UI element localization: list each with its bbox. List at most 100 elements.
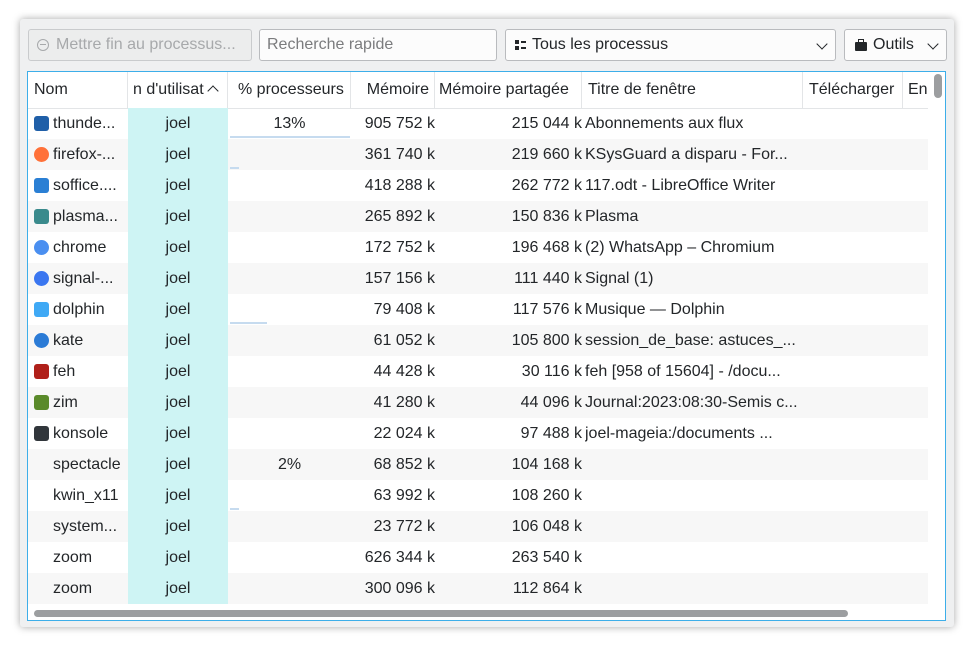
table-row[interactable]: signal-... joel 157 156 k 111 440 k Signal (… — [28, 263, 928, 294]
feh-icon — [34, 364, 49, 379]
column-header-memory-label: Mémoire — [366, 81, 429, 98]
column-header-memory[interactable]: Mémoire — [351, 72, 435, 108]
column-header-window-title-label: Titre de fenêtre — [588, 81, 696, 98]
table-row[interactable]: feh joel 44 428 k 30 116 k feh [958 of 15604… — [28, 356, 928, 387]
process-name: zoom — [53, 580, 93, 597]
table-row[interactable]: thunde... joel 13% 905 752 k 215 044 k Abonne… — [28, 108, 928, 139]
end-process-button[interactable]: Mettre fin au processus... — [28, 29, 252, 61]
process-memory: 63 992 k — [373, 487, 435, 504]
process-user: joel — [128, 387, 228, 418]
libreoffice-writer-icon — [34, 178, 49, 193]
process-name: zim — [53, 394, 78, 411]
process-window-title — [585, 480, 801, 511]
process-name: thunde... — [53, 115, 116, 132]
column-header-window-title[interactable]: Titre de fenêtre — [582, 72, 803, 108]
process-memory: 905 752 k — [364, 115, 435, 132]
table-row[interactable]: zim joel 41 280 k 44 096 k Journal:2023:08:3… — [28, 387, 928, 418]
process-name: konsole — [53, 425, 109, 442]
cpu-usage-bar — [230, 136, 350, 138]
process-memory: 41 280 k — [373, 394, 435, 411]
table-row[interactable]: zoom joel 626 344 k 263 540 k — [28, 542, 928, 573]
table-row[interactable]: kate joel 61 052 k 105 800 k session_de_base… — [28, 325, 928, 356]
process-window-title: Abonnements aux flux — [585, 115, 744, 132]
process-memory: 23 772 k — [373, 518, 435, 535]
process-memory: 68 852 k — [373, 456, 435, 473]
column-header-shared-memory[interactable]: Mémoire partagée — [435, 72, 582, 108]
process-user: joel — [128, 418, 228, 449]
table-row[interactable]: chrome joel 172 752 k 196 468 k (2) WhatsApp… — [28, 232, 928, 263]
table-row[interactable]: system... joel 23 772 k 106 048 k — [28, 511, 928, 542]
process-window-title: joel-mageia:/documents ... — [585, 425, 773, 442]
process-name: feh — [53, 363, 76, 380]
process-name-cell: zoom — [34, 573, 128, 604]
process-user: joel — [128, 480, 228, 511]
process-name-cell: thunde... — [34, 108, 128, 139]
process-cpu — [228, 542, 351, 573]
process-memory: 44 428 k — [373, 363, 435, 380]
process-shared-memory: 44 096 k — [520, 394, 582, 411]
column-header-name-label: Nom — [34, 81, 68, 98]
konsole-icon — [34, 426, 49, 441]
process-shared-memory: 97 488 k — [520, 425, 582, 442]
process-name: plasma... — [53, 208, 118, 225]
chromium-icon — [34, 240, 49, 255]
column-header-extra-label: En — [908, 81, 928, 98]
tools-menu-button[interactable]: Outils — [844, 29, 947, 61]
table-row[interactable]: firefox-... joel 361 740 k 219 660 k KSysGua… — [28, 139, 928, 170]
process-user: joel — [128, 108, 228, 139]
system-monitor-window: Mettre fin au processus... Tous les proc… — [20, 19, 954, 627]
process-shared-memory: 104 168 k — [511, 456, 582, 473]
process-user: joel — [128, 325, 228, 356]
process-memory: 418 288 k — [364, 177, 435, 194]
table-row[interactable]: spectacle joel 2% 68 852 k 104 168 k — [28, 449, 928, 480]
process-shared-memory: 117 576 k — [512, 301, 582, 318]
process-cpu — [228, 201, 351, 232]
process-name-cell: kwin_x11 — [34, 480, 128, 511]
horizontal-scrollbar[interactable] — [34, 610, 848, 617]
process-window-title: Journal:2023:08:30-Semis c... — [585, 394, 798, 411]
process-window-title — [585, 449, 801, 480]
process-name: dolphin — [53, 301, 105, 318]
process-cpu — [228, 418, 351, 449]
table-row[interactable]: kwin_x11 joel 63 992 k 108 260 k — [28, 480, 928, 511]
vertical-scrollbar[interactable] — [934, 74, 942, 98]
process-table[interactable]: Nom n d'utilisat % processeurs Mémoire M… — [27, 71, 946, 621]
column-header-user[interactable]: n d'utilisat — [128, 72, 228, 108]
table-row[interactable]: soffice.... joel 418 288 k 262 772 k 117.odt… — [28, 170, 928, 201]
column-header-name[interactable]: Nom — [28, 72, 128, 108]
process-user: joel — [128, 263, 228, 294]
table-row[interactable]: konsole joel 22 024 k 97 488 k joel-mageia:/… — [28, 418, 928, 449]
process-name-cell: firefox-... — [34, 139, 128, 170]
column-header-extra[interactable]: En — [903, 72, 928, 108]
column-header-download[interactable]: Télécharger — [803, 72, 903, 108]
table-row[interactable]: plasma... joel 265 892 k 150 836 k Plasma — [28, 201, 928, 232]
process-cpu — [228, 387, 351, 418]
chevron-down-icon — [816, 38, 828, 50]
table-row[interactable]: zoom joel 300 096 k 112 864 k — [28, 573, 928, 604]
process-name: chrome — [53, 239, 107, 256]
process-cpu — [228, 573, 351, 604]
process-memory: 300 096 k — [364, 580, 435, 597]
column-header-cpu[interactable]: % processeurs — [228, 72, 351, 108]
process-user: joel — [128, 294, 228, 325]
process-filter-dropdown[interactable]: Tous les processus — [505, 29, 836, 61]
signal-icon — [34, 271, 49, 286]
process-name-cell: zoom — [34, 542, 128, 573]
process-name-cell: feh — [34, 356, 128, 387]
process-cpu — [228, 139, 351, 170]
process-user: joel — [128, 511, 228, 542]
process-name: firefox-... — [53, 146, 116, 163]
table-row[interactable]: dolphin joel 79 408 k 117 576 k Musique — Do… — [28, 294, 928, 325]
process-memory: 61 052 k — [373, 332, 435, 349]
process-name-cell: dolphin — [34, 294, 128, 325]
quick-search-input[interactable] — [259, 29, 497, 61]
process-name-cell: plasma... — [34, 201, 128, 232]
process-user: joel — [128, 170, 228, 201]
process-shared-memory: 112 864 k — [512, 580, 582, 597]
process-shared-memory: 105 800 k — [511, 332, 582, 349]
process-window-title: Plasma — [585, 208, 639, 225]
toolbox-icon — [855, 38, 867, 51]
process-name-cell: konsole — [34, 418, 128, 449]
process-window-title — [585, 573, 801, 604]
process-name-cell: zim — [34, 387, 128, 418]
